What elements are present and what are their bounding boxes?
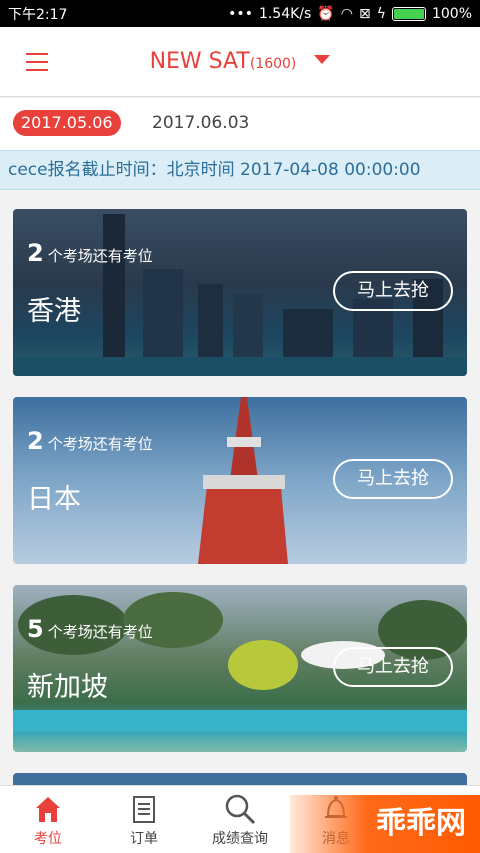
grab-button[interactable]: 马上去抢 (333, 459, 453, 499)
status-bar: 下午2:17 ••• 1.54K/s ⏰ ◠ ⊠ ϟ 100% (0, 0, 480, 27)
grab-button[interactable]: 马上去抢 (333, 271, 453, 311)
watermark: 乖乖网 (290, 795, 480, 853)
city-name: 日本 (27, 484, 81, 515)
seat-count: 5 个考场还有考位 (27, 615, 153, 643)
date-tab-selected[interactable]: 2017.05.06 (13, 110, 121, 136)
grab-button[interactable]: 马上去抢 (333, 647, 453, 687)
battery-icon (391, 6, 426, 21)
sim-icon: ⊠ (358, 5, 371, 22)
battery-percent: 100% (431, 5, 472, 22)
exam-title: NEW SAT (149, 49, 250, 74)
deadline-notice: cece报名截止时间：北京时间 2017-04-08 00:00:00 (0, 150, 480, 190)
search-icon (225, 794, 256, 825)
tab-orders[interactable]: 订单 (96, 786, 192, 853)
exam-subtitle: (1600) (249, 56, 297, 72)
wifi-icon: ◠ (340, 5, 353, 22)
exam-selector[interactable]: NEW SAT(1600) (0, 49, 480, 74)
app-header: NEW SAT(1600) (0, 27, 480, 97)
status-time: 下午2:17 (8, 6, 68, 23)
network-speed: 1.54K/s (258, 5, 312, 22)
seat-card-hongkong[interactable]: 2 个考场还有考位 香港 马上去抢 (13, 209, 467, 376)
tab-seats[interactable]: 考位 (0, 786, 96, 853)
chevron-down-icon (314, 54, 331, 64)
document-icon (133, 796, 155, 823)
charging-icon: ϟ (376, 5, 386, 22)
tab-score-query[interactable]: 成绩查询 (192, 786, 288, 853)
alarm-icon: ⏰ (317, 5, 335, 22)
date-tabs: 2017.05.06 2017.06.03 (0, 98, 480, 150)
status-icons: ••• 1.54K/s ⏰ ◠ ⊠ ϟ 100% (228, 6, 472, 22)
city-name: 香港 (27, 296, 81, 327)
signal-dots-icon: ••• (228, 5, 253, 22)
seat-count: 2 个考场还有考位 (27, 239, 153, 267)
city-name: 新加坡 (27, 672, 108, 703)
date-tab-other[interactable]: 2017.06.03 (152, 113, 249, 133)
tab-label: 考位 (34, 831, 62, 847)
home-icon (36, 797, 60, 822)
seat-card-japan[interactable]: 2 个考场还有考位 日本 马上去抢 (13, 397, 467, 564)
tab-label: 订单 (130, 831, 158, 847)
tab-label: 成绩查询 (212, 831, 268, 847)
seat-count: 2 个考场还有考位 (27, 427, 153, 455)
seat-card-singapore[interactable]: 5 个考场还有考位 新加坡 马上去抢 (13, 585, 467, 752)
